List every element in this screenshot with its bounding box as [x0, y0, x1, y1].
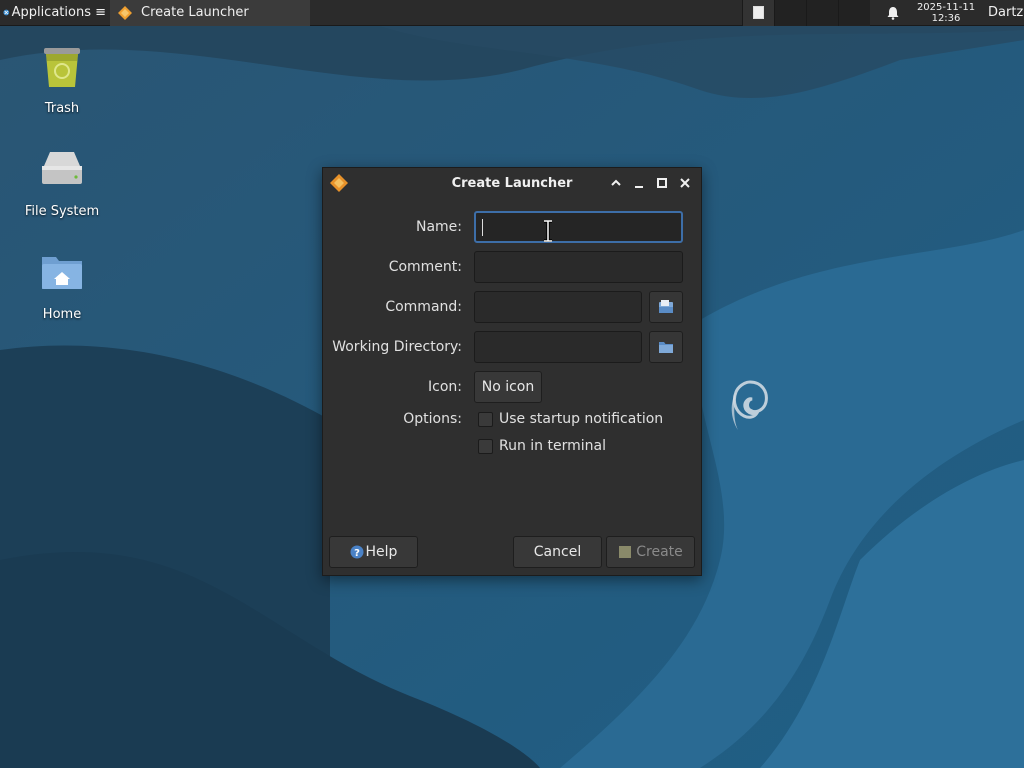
- dialog-titlebar[interactable]: Create Launcher: [323, 168, 701, 198]
- taskbar-item-create-launcher[interactable]: Create Launcher: [110, 0, 310, 26]
- desktop-icon-trash[interactable]: Trash: [7, 43, 117, 116]
- workspace-3[interactable]: [806, 0, 838, 26]
- help-button[interactable]: ? Help: [329, 536, 418, 568]
- command-row: Command:: [323, 291, 683, 323]
- startup-notification-option[interactable]: Use startup notification: [478, 411, 663, 427]
- launcher-app-icon: [330, 174, 348, 192]
- chevron-up-icon: [611, 179, 621, 186]
- desktop-icon-home[interactable]: Home: [7, 249, 117, 322]
- create-launcher-dialog: Create Launcher Name: Comment: Command: …: [322, 167, 702, 576]
- desktop-icon-file-system[interactable]: File System: [7, 146, 117, 219]
- drive-icon: [42, 152, 82, 184]
- run-in-terminal-option[interactable]: Run in terminal: [478, 438, 606, 454]
- file-open-icon: [659, 300, 673, 313]
- debian-swirl-logo: [731, 380, 768, 430]
- shade-button[interactable]: [608, 175, 624, 191]
- workspace-2[interactable]: [774, 0, 806, 26]
- window-thumbnail: [753, 6, 764, 19]
- folder-icon: [659, 342, 673, 353]
- command-input[interactable]: [474, 291, 642, 323]
- browse-directory-button[interactable]: [649, 331, 683, 363]
- startup-notification-checkbox[interactable]: [478, 411, 493, 427]
- notification-bell-icon[interactable]: [882, 0, 904, 26]
- window-controls: [608, 175, 693, 191]
- create-button-label: Create: [636, 544, 683, 560]
- name-label: Name:: [415, 219, 462, 235]
- text-caret: [482, 218, 483, 236]
- close-icon: [680, 178, 690, 188]
- icon-row: Icon: No icon: [323, 371, 542, 403]
- top-panel: Applications ≡ Create Launcher 2025-11-1…: [0, 0, 1024, 26]
- trash-icon: [44, 48, 80, 87]
- panel-clock[interactable]: 2025-11-11 12:36: [912, 2, 980, 24]
- create-button[interactable]: Create: [606, 536, 695, 568]
- bell-icon: [887, 6, 899, 20]
- minimize-icon: [635, 186, 643, 188]
- clock-time: 12:36: [931, 12, 961, 24]
- workspace-4[interactable]: [838, 0, 870, 26]
- run-in-terminal-checkbox[interactable]: [478, 438, 493, 454]
- minimize-button[interactable]: [631, 175, 647, 191]
- ibeam-cursor-icon: [544, 220, 552, 242]
- comment-input[interactable]: [474, 251, 683, 283]
- taskbar-item-label: Create Launcher: [141, 5, 249, 20]
- run-in-terminal-label[interactable]: Run in terminal: [499, 438, 606, 454]
- command-label: Command:: [385, 299, 462, 315]
- applications-menu-label: Applications ≡: [11, 5, 106, 20]
- help-button-label: Help: [365, 544, 398, 560]
- working-directory-label: Working Directory:: [332, 339, 462, 355]
- working-directory-row: Working Directory:: [323, 331, 683, 363]
- workspace-switcher[interactable]: [742, 0, 870, 26]
- workspace-1[interactable]: [742, 0, 774, 26]
- user-menu[interactable]: Dartz: [988, 5, 1024, 20]
- options-label: Options:: [403, 411, 462, 427]
- xfce-logo-icon: [3, 9, 10, 16]
- dialog-title: Create Launcher: [451, 175, 573, 191]
- svg-text:?: ?: [354, 548, 360, 559]
- desktop-icon-label: Home: [42, 307, 82, 322]
- comment-label: Comment:: [388, 259, 462, 275]
- cancel-button[interactable]: Cancel: [513, 536, 602, 568]
- comment-row: Comment:: [323, 251, 683, 283]
- close-button[interactable]: [677, 175, 693, 191]
- desktop-icon-label: File System: [24, 204, 100, 219]
- options-row: Options: Use startup notification: [323, 411, 663, 427]
- working-directory-input[interactable]: [474, 331, 642, 363]
- clock-date: 2025-11-11: [916, 1, 976, 13]
- select-icon-button[interactable]: No icon: [474, 371, 542, 403]
- maximize-button[interactable]: [654, 175, 670, 191]
- applications-menu-button[interactable]: Applications ≡: [0, 0, 110, 26]
- startup-notification-label[interactable]: Use startup notification: [499, 411, 663, 427]
- name-input[interactable]: [474, 211, 683, 243]
- create-icon: [619, 546, 632, 558]
- desktop-icon-label: Trash: [44, 101, 80, 116]
- name-row: Name:: [323, 211, 683, 243]
- icon-label: Icon:: [428, 379, 462, 395]
- launcher-app-icon: [118, 5, 132, 20]
- home-folder-icon: [42, 257, 82, 289]
- maximize-icon: [657, 178, 667, 188]
- browse-command-button[interactable]: [649, 291, 683, 323]
- help-icon: ?: [350, 545, 364, 559]
- run-in-terminal-row: Run in terminal: [462, 438, 606, 454]
